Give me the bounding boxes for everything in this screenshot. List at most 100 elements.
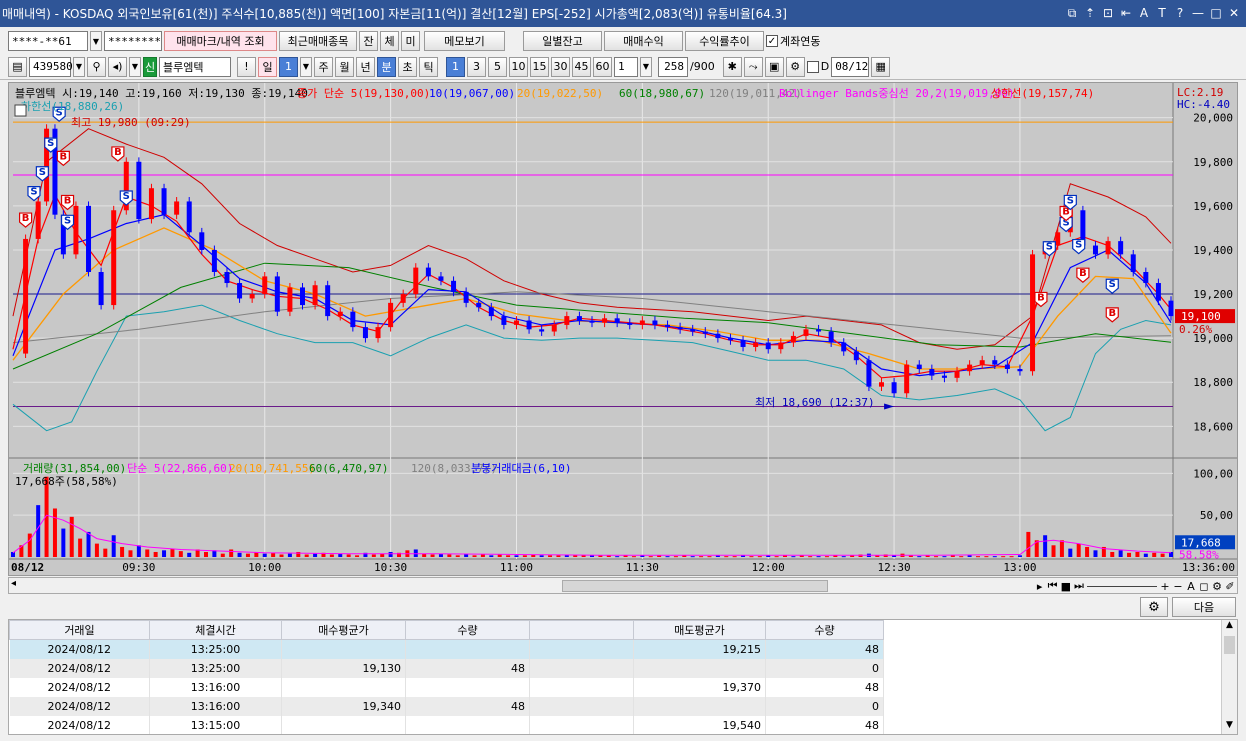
candle-body[interactable]	[702, 331, 708, 334]
period-dropdown-icon[interactable]: ▼	[300, 56, 312, 77]
col-buy-avg[interactable]: 매수평균가	[281, 620, 406, 640]
candle-body[interactable]	[526, 320, 532, 330]
candle-body[interactable]	[778, 342, 784, 350]
candle-body[interactable]	[1055, 232, 1061, 246]
candle-body[interactable]	[765, 342, 771, 350]
candle-body[interactable]	[979, 360, 985, 365]
candle-body[interactable]	[690, 329, 696, 332]
candle-body[interactable]	[727, 338, 733, 341]
date-input[interactable]: 08/12	[831, 56, 870, 77]
candle-body[interactable]	[627, 322, 633, 325]
candle-body[interactable]	[1004, 364, 1010, 370]
count-input[interactable]: 258	[658, 56, 688, 77]
candle-body[interactable]	[98, 272, 104, 306]
stock-code-input[interactable]: 439580	[29, 56, 73, 77]
period-value[interactable]: 1	[279, 56, 298, 77]
candle-body[interactable]	[866, 360, 872, 387]
candle-body[interactable]	[513, 320, 519, 325]
candle-body[interactable]	[904, 364, 910, 394]
candle-body[interactable]	[73, 205, 79, 255]
candle-body[interactable]	[337, 311, 343, 317]
candle-body[interactable]	[287, 287, 293, 312]
candle-body[interactable]	[992, 360, 998, 365]
candle-body[interactable]	[879, 382, 884, 387]
minimize-button[interactable]: —	[1190, 6, 1206, 21]
candle-body[interactable]	[841, 342, 847, 352]
close-button[interactable]: ✕	[1226, 6, 1242, 21]
candle-body[interactable]	[375, 327, 381, 339]
candle-body[interactable]	[715, 333, 721, 339]
candle-body[interactable]	[249, 294, 255, 299]
table-row[interactable]: 2024/08/12 13:15:00 19,540 48	[9, 715, 884, 734]
zoom-in-icon[interactable]: +	[1160, 580, 1170, 593]
candle-body[interactable]	[828, 331, 834, 343]
candle-body[interactable]	[891, 382, 897, 394]
table-row[interactable]: 2024/08/12 13:16:00 19,340 48 0	[9, 696, 884, 716]
alert-button[interactable]: !	[237, 56, 256, 77]
table-scrollbar[interactable]: ▲ ▼	[1221, 620, 1237, 734]
candle-body[interactable]	[665, 324, 671, 328]
price-volume-chart[interactable]: BSSSBSBSBSBSSBSSBSB블루엠텍 시:19,140 고:19,16…	[9, 83, 1237, 575]
candle-body[interactable]	[753, 342, 759, 347]
balance-button[interactable]: 잔	[359, 31, 378, 51]
candle-body[interactable]	[224, 272, 230, 284]
table-scroll-thumb[interactable]	[1224, 636, 1235, 654]
candle-body[interactable]	[1105, 241, 1111, 255]
period-year-button[interactable]: 년	[356, 56, 375, 77]
calendar-icon[interactable]: ▦	[871, 56, 891, 77]
candle-body[interactable]	[614, 318, 620, 323]
candle-body[interactable]	[463, 291, 469, 303]
candle-body[interactable]	[350, 311, 356, 328]
scroll-thumb[interactable]	[562, 580, 828, 592]
first-icon[interactable]: ⏮	[1048, 579, 1058, 593]
candle-body[interactable]	[1143, 272, 1149, 284]
table-settings-icon[interactable]: ⚙	[1140, 597, 1168, 617]
checkbox-box[interactable]: ✓	[766, 35, 778, 47]
password-input[interactable]: ********	[104, 31, 162, 51]
account-dropdown-icon[interactable]: ▼	[90, 31, 102, 51]
speaker-icon[interactable]: ◂)	[108, 56, 127, 77]
date-checkbox-box[interactable]	[806, 60, 819, 73]
candle-body[interactable]	[148, 188, 154, 220]
candle-body[interactable]	[1030, 254, 1036, 372]
maximize-button[interactable]: □	[1208, 6, 1224, 21]
candle-body[interactable]	[740, 340, 746, 347]
chart-settings-icon[interactable]: ⚙	[1212, 580, 1222, 593]
tile-icon[interactable]: ⊡	[1100, 6, 1116, 21]
period-month-button[interactable]: 월	[335, 56, 354, 77]
last-icon[interactable]: ⏭	[1074, 579, 1084, 593]
candle-body[interactable]	[501, 316, 507, 325]
candle-body[interactable]	[929, 369, 935, 376]
interval-5-button[interactable]: 5	[488, 56, 507, 77]
candle-body[interactable]	[274, 276, 280, 312]
candle-body[interactable]	[488, 307, 494, 317]
col-sell-qty[interactable]: 수량	[765, 620, 884, 640]
zoom-slider[interactable]	[1087, 585, 1157, 587]
restore-layout-icon[interactable]: ⧉	[1064, 6, 1080, 21]
dock-icon[interactable]: ⇤	[1118, 6, 1134, 21]
candle-body[interactable]	[853, 351, 859, 361]
interval-30-button[interactable]: 30	[551, 56, 570, 77]
candle-body[interactable]	[602, 318, 608, 323]
candle-body[interactable]	[1017, 369, 1023, 372]
play-icon[interactable]: ▸	[1035, 580, 1045, 593]
zoom-out-icon[interactable]: −	[1173, 580, 1183, 593]
interval-15-button[interactable]: 15	[530, 56, 549, 77]
trade-mark-query-button[interactable]: 매매마크/내역 조회	[164, 31, 277, 51]
col-sell-avg[interactable]: 매도평균가	[633, 620, 766, 640]
candle-body[interactable]	[111, 210, 117, 306]
stock-name-field[interactable]: 블루엠텍	[159, 56, 231, 77]
candle-body[interactable]	[1092, 245, 1098, 255]
scroll-down-icon[interactable]: ▼	[1222, 720, 1237, 734]
help-icon[interactable]: ?	[1172, 6, 1188, 21]
candle-body[interactable]	[186, 201, 192, 233]
save-icon[interactable]: ▣	[764, 56, 784, 77]
col-exec-time[interactable]: 체결시간	[149, 620, 282, 640]
stock-list-icon[interactable]: ▤	[8, 56, 27, 77]
candle-body[interactable]	[161, 188, 167, 215]
candle-body[interactable]	[300, 287, 305, 306]
candle-body[interactable]	[400, 294, 406, 303]
chart-area[interactable]: B S S S B S B S B S B S S B S S B S B 블루엠텍 시:19,140 고:19,16…	[8, 82, 1238, 576]
stop-icon[interactable]: ■	[1061, 580, 1071, 593]
candle-body[interactable]	[451, 280, 457, 292]
